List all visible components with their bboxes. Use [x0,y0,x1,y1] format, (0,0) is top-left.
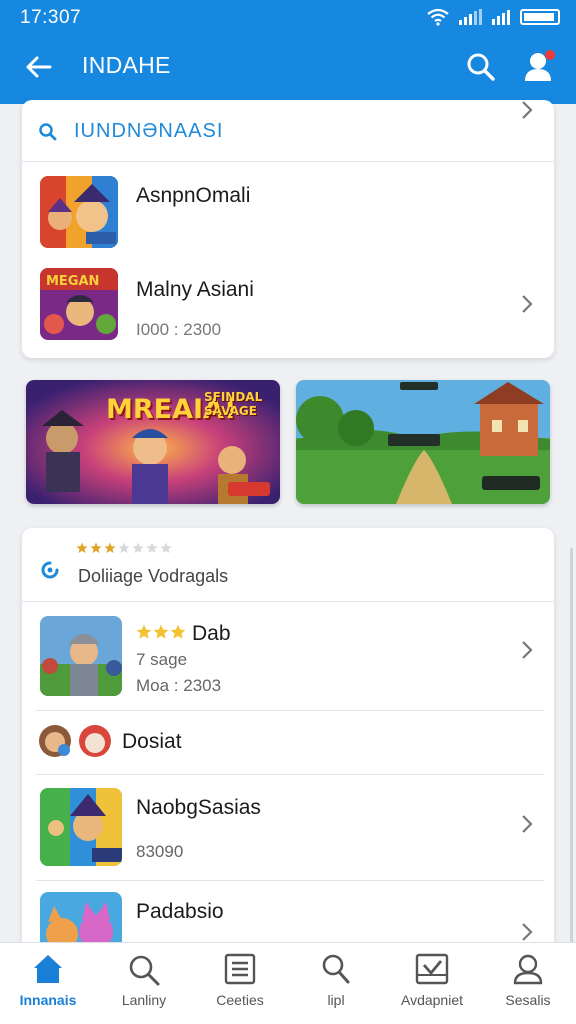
list-item[interactable]: MEGAN Malny Asiani I000 : 2300 [22,266,554,358]
nav-item-home[interactable]: Innanais [0,943,96,1024]
nav-item-profile[interactable]: Sesalis [480,943,576,1024]
list-item[interactable]: NaobgSasias 83090 [22,776,554,880]
status-time: 17:307 [20,7,82,28]
list-item[interactable]: Dab 7 sage Moa : 2303 [22,606,554,710]
item-title: AsnpnOmali [136,184,251,207]
nav-item-explore[interactable]: lipl [288,943,384,1024]
list-item[interactable]: Dosiat [22,712,554,774]
avatar [39,725,71,757]
refresh-icon [41,561,59,579]
avatar [79,725,111,757]
chevron-right-icon [522,815,533,833]
star-icon [104,542,116,553]
star-icon [153,624,169,639]
item-meta: Moa : 2303 [136,676,222,695]
nav-label: lipl [327,992,345,1008]
game-thumbnail: MEGAN [40,268,118,340]
item-title: NaobgSasias [136,796,261,819]
signal-icon-2 [492,9,510,25]
section-card: Doliiage Vodragals Dab 7 sage Moa : 2303 [22,528,554,958]
inbox-check-icon [415,953,449,985]
signal-icon [459,9,482,25]
profile-icon [513,954,543,985]
magnifier-icon [322,954,350,984]
back-arrow-icon[interactable] [22,50,56,84]
item-rating [136,624,186,640]
game-thumbnail [40,788,122,866]
star-empty-icon [132,542,144,553]
nav-label: Sesalis [505,992,551,1008]
nav-item-search[interactable]: Lanliny [96,943,192,1024]
item-title: Malny Asiani [136,278,254,301]
search-row[interactable]: IUNDNƏNAASI [22,100,554,162]
item-title: Padabsio [136,900,224,923]
svg-text:MEGAN: MEGAN [46,274,99,289]
item-title: Dosiat [122,730,182,753]
star-icon [136,624,152,639]
nav-label: Avdapniet [400,992,463,1008]
status-bar: 17:307 [0,0,576,36]
section-header: Doliiage Vodragals [22,528,554,602]
star-empty-icon [160,542,172,553]
nav-label: Ceeties [216,992,264,1008]
star-empty-icon [146,542,158,553]
chevron-right-icon [522,101,533,119]
section-rating [76,542,172,554]
item-title: Dab [192,622,231,645]
star-icon [90,542,102,553]
item-meta: 83090 [136,842,184,861]
search-icon[interactable] [464,50,498,84]
game-thumbnail [40,616,122,696]
promo-banner[interactable]: MREAIA! SFINDAL SAVAGE [26,380,280,504]
star-icon [76,542,88,553]
page-title: INDAHE [82,52,171,78]
chevron-right-icon [522,641,533,659]
promo-banner[interactable] [296,380,550,504]
item-subtitle: 7 sage [136,650,188,669]
chevron-right-icon [522,295,533,313]
bottom-nav: Innanais Lanliny Ceeties lipl Avdapniet [0,942,576,1024]
search-label: IUNDNƏNAASI [74,120,224,142]
banner-side-text: SFINDAL SAVAGE [204,390,263,418]
nav-item-updates[interactable]: Avdapniet [384,943,480,1024]
app-bar: 17:307 INDAHE [0,0,576,104]
nav-item-list[interactable]: Ceeties [192,943,288,1024]
wifi-icon [427,8,449,26]
chevron-right-icon [522,923,533,941]
nav-label: Lanliny [121,992,167,1008]
section-label: Doliiage Vodragals [78,566,229,586]
star-empty-icon [118,542,130,553]
star-icon [170,624,186,639]
status-icons [427,8,560,26]
game-thumbnail [40,176,118,248]
battery-icon [520,9,560,25]
search-small-icon [39,123,57,141]
item-meta: I000 : 2300 [136,320,222,339]
scrollbar[interactable] [570,548,573,948]
search-icon [129,955,160,986]
results-card: IUNDNƏNAASI AsnpnOmali MEGAN Malny Asian… [22,100,554,358]
nav-label: Innanais [19,992,77,1008]
list-icon [224,953,256,985]
home-icon [34,955,62,983]
profile-icon[interactable] [520,48,558,84]
list-item[interactable]: AsnpnOmali [22,101,554,262]
